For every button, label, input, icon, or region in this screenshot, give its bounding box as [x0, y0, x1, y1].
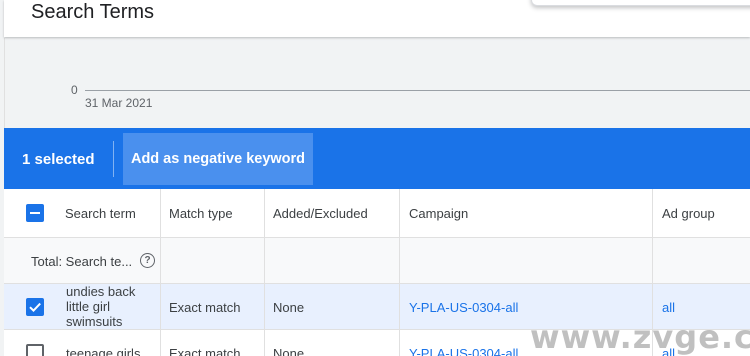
column-header-match-type[interactable]: Match type: [169, 206, 233, 221]
campaign-link[interactable]: Y-PLA-US-0304-all: [409, 300, 518, 315]
campaign-link[interactable]: Y-PLA-US-0304-all: [409, 346, 518, 356]
search-term-cell: teenage girls: [66, 346, 141, 356]
total-label: Total: Search te...: [31, 254, 133, 269]
page-title: Search Terms: [31, 1, 155, 23]
row-checkbox[interactable]: [26, 298, 44, 316]
column-header-search-term[interactable]: Search term: [65, 206, 136, 221]
add-negative-keyword-button[interactable]: Add as negative keyword: [123, 133, 313, 185]
ad-group-link[interactable]: all: [662, 300, 675, 315]
search-term-cell: undies back little girl swimsuits: [66, 284, 136, 329]
column-header-ad-group[interactable]: Ad group: [662, 206, 715, 221]
match-type-cell: Exact match: [169, 346, 241, 356]
chart-x-axis: [85, 90, 750, 91]
chart-y-tick: 0: [71, 83, 78, 97]
added-excluded-cell: None: [273, 300, 305, 315]
added-excluded-cell: None: [273, 346, 305, 356]
help-icon[interactable]: ?: [140, 253, 155, 268]
column-header-campaign[interactable]: Campaign: [409, 206, 468, 221]
watermark: www.zvge.cn: [530, 318, 750, 356]
check-icon: [29, 302, 41, 313]
select-all-checkbox[interactable]: [26, 204, 44, 222]
table-header-row: Search term Match type Added/Excluded Ca…: [4, 189, 750, 238]
column-header-added-excluded[interactable]: Added/Excluded: [273, 206, 368, 221]
performance-chart: 0 31 Mar 2021: [4, 38, 750, 128]
selection-action-bar: 1 selected Add as negative keyword: [4, 128, 750, 189]
chart-x-tick: 31 Mar 2021: [85, 96, 153, 110]
row-checkbox[interactable]: [26, 344, 44, 356]
search-terms-page: 0 31 Mar 2021 Search Terms 1 selected Ad…: [0, 0, 750, 356]
match-type-cell: Exact match: [169, 300, 241, 315]
selected-count: 1 selected: [22, 151, 95, 168]
action-bar-divider: [113, 141, 114, 177]
table-total-row: Total: Search te... ?: [4, 238, 750, 284]
overlay-panel: [531, 0, 750, 6]
